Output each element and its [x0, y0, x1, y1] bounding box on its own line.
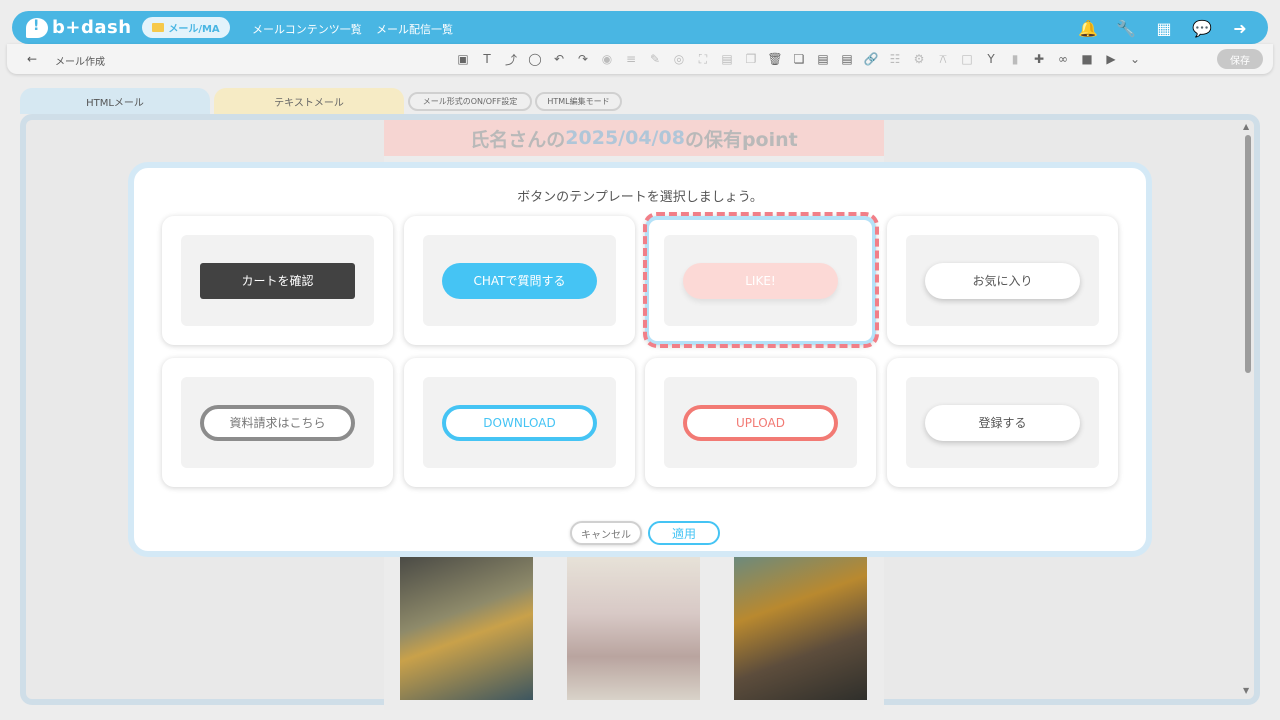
palette-icon[interactable]: ◉ — [597, 49, 617, 69]
preview-heading-part2: の保有point — [684, 128, 798, 151]
connector-icon[interactable]: ⤴ — [501, 49, 521, 69]
scroll-down-icon[interactable]: ▼ — [1243, 686, 1249, 695]
mail-format-toggle-button[interactable]: メール形式のON/OFF設定 — [408, 92, 532, 111]
pen-icon[interactable]: ✎ — [645, 49, 665, 69]
template-preview: CHATで質問する — [423, 235, 616, 326]
template-card-favorite[interactable]: お気に入り — [887, 216, 1118, 345]
rows-icon[interactable]: ▤ — [837, 49, 857, 69]
nav-mail-delivery[interactable]: メール配信一覧 — [376, 21, 453, 37]
preview-heading-part1: 氏名さんの — [470, 128, 566, 151]
template-button-document: 資料請求はこちら — [200, 404, 355, 441]
bell-icon[interactable]: 🔔 — [1076, 17, 1100, 39]
top-nav-bar: b+dash メール/MA メールコンテンツ一覧 メール配信一覧 🔔 🔧 ▦ 💬… — [12, 11, 1268, 44]
envelope-icon — [152, 23, 165, 32]
picture-icon[interactable]: ▤ — [717, 49, 737, 69]
cancel-button[interactable]: キャンセル — [570, 521, 642, 545]
back-arrow-icon[interactable]: ← — [27, 52, 37, 66]
preview-heading-date: 2025/04/08 — [565, 127, 685, 149]
trash-icon[interactable]: 🗑 — [765, 49, 785, 69]
preview-photo-2 — [567, 556, 700, 700]
template-button-chat: CHATで質問する — [442, 262, 597, 299]
bdash-logo[interactable]: b+dash — [26, 16, 132, 39]
columns-icon[interactable]: ▤ — [813, 49, 833, 69]
apps-grid-icon[interactable]: ▦ — [1152, 17, 1176, 39]
nav-mail-ma-label: メール/MA — [168, 24, 220, 35]
template-button-cart: カートを確認 — [200, 262, 355, 299]
image-icon[interactable]: ▣ — [453, 49, 473, 69]
nav-icon-group: 🔔 🔧 ▦ 💬 ➜ — [1076, 17, 1252, 39]
selected-template-highlight — [643, 212, 879, 348]
chain-icon[interactable]: ∞ — [1053, 49, 1073, 69]
duplicate-icon[interactable]: ❏ — [789, 49, 809, 69]
redo-icon[interactable]: ↷ — [573, 49, 593, 69]
filter-branch-icon[interactable]: Y — [981, 49, 1001, 69]
preview-photo-1 — [400, 556, 533, 700]
template-card-download[interactable]: DOWNLOAD — [404, 358, 635, 487]
copy-faint-icon[interactable]: ❐ — [741, 49, 761, 69]
template-card-cart[interactable]: カートを確認 — [162, 216, 393, 345]
editor-toolbar: ← メール作成 ▣ T ⤴ ◯ ↶ ↷ ◉ ≡ ✎ ◎ ⛶ ▤ ❐ 🗑 ❏ ▤ … — [7, 44, 1273, 74]
template-card-document[interactable]: 資料請求はこちら — [162, 358, 393, 487]
template-preview: 資料請求はこちら — [181, 377, 374, 468]
modal-title: ボタンのテンプレートを選択しましょう。 — [517, 190, 763, 205]
add-block-icon[interactable]: ✚ — [1029, 49, 1049, 69]
text-icon[interactable]: T — [477, 49, 497, 69]
video-play-icon[interactable]: ▶ — [1101, 49, 1121, 69]
wrench-icon[interactable]: 🔧 — [1114, 17, 1138, 39]
scroll-thumb[interactable] — [1245, 135, 1251, 373]
badge-icon[interactable]: ◯ — [525, 49, 545, 69]
template-preview: UPLOAD — [664, 377, 857, 468]
html-edit-mode-button[interactable]: HTML編集モード — [535, 92, 622, 111]
template-preview: お気に入り — [906, 235, 1099, 326]
template-preview: カートを確認 — [181, 235, 374, 326]
settings-icon[interactable]: ⚙ — [909, 49, 929, 69]
nav-mail-ma[interactable]: メール/MA — [142, 17, 230, 38]
preview-photo-3 — [734, 556, 867, 700]
chevron-down-icon[interactable]: ⌄ — [1125, 49, 1145, 69]
chat-bubble-icon[interactable]: 💬 — [1190, 17, 1214, 39]
barcode-icon[interactable]: ▮ — [1005, 49, 1025, 69]
button-template-modal: ボタンのテンプレートを選択しましょう。 カートを確認 CHATで質問する LIK… — [128, 162, 1152, 557]
logo-bubble-icon — [26, 17, 48, 38]
template-card-chat[interactable]: CHATで質問する — [404, 216, 635, 345]
target-icon[interactable]: ◎ — [669, 49, 689, 69]
template-card-register[interactable]: 登録する — [887, 358, 1118, 487]
database-icon[interactable]: ⚻ — [933, 49, 953, 69]
template-preview: 登録する — [906, 377, 1099, 468]
template-button-download: DOWNLOAD — [442, 404, 597, 441]
breadcrumb: メール作成 — [55, 57, 105, 68]
template-button-favorite: お気に入り — [925, 262, 1080, 299]
nav-mail-contents[interactable]: メールコンテンツ一覧 — [252, 21, 362, 37]
save-button[interactable]: 保存 — [1217, 49, 1263, 69]
template-button-upload: UPLOAD — [683, 404, 838, 441]
user-card-icon[interactable]: ■ — [1077, 49, 1097, 69]
editor-tools: ▣ T ⤴ ◯ ↶ ↷ ◉ ≡ ✎ ◎ ⛶ ▤ ❐ 🗑 ❏ ▤ ▤ 🔗 ☷ ⚙ … — [453, 49, 1145, 69]
logo-text: b+dash — [52, 17, 132, 38]
undo-icon[interactable]: ↶ — [549, 49, 569, 69]
align-icon[interactable]: ≡ — [621, 49, 641, 69]
apply-button[interactable]: 適用 — [648, 521, 720, 545]
preview-heading: 氏名さんの 2025/04/08 の保有point — [384, 120, 884, 156]
tab-text-mail[interactable]: テキストメール — [214, 88, 404, 114]
template-preview: DOWNLOAD — [423, 377, 616, 468]
expand-icon[interactable]: ⛶ — [693, 49, 713, 69]
scroll-up-icon[interactable]: ▲ — [1243, 122, 1249, 131]
template-card-upload[interactable]: UPLOAD — [645, 358, 876, 487]
template-button-register: 登録する — [925, 404, 1080, 441]
form-icon[interactable]: □ — [957, 49, 977, 69]
tab-html-mail[interactable]: HTMLメール — [20, 88, 210, 114]
logout-icon[interactable]: ➜ — [1228, 17, 1252, 39]
calendar-icon[interactable]: ☷ — [885, 49, 905, 69]
link-icon[interactable]: 🔗 — [861, 49, 881, 69]
